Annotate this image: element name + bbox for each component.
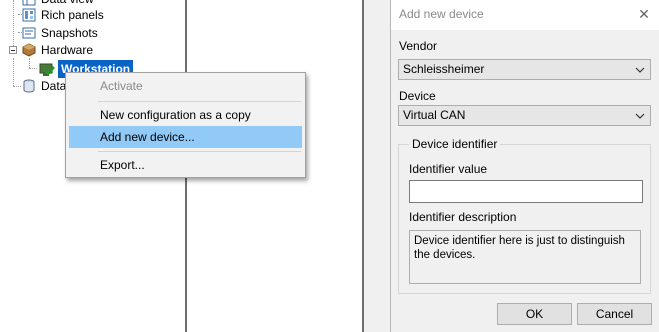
- identifier-description-label: Identifier description: [409, 210, 517, 224]
- chevron-down-icon: [634, 106, 646, 125]
- dialog-title: Add new device: [399, 7, 484, 21]
- hardware-icon: [22, 43, 36, 57]
- device-identifier-group: Device identifier Identifier value Ident…: [398, 137, 651, 294]
- tree-connector: [13, 86, 21, 87]
- menu-item-add-new-device[interactable]: Add new device...: [69, 126, 302, 148]
- cancel-button[interactable]: Cancel: [577, 303, 652, 325]
- identifier-value-text: [410, 181, 642, 187]
- menu-separator: [98, 151, 301, 152]
- workstation-check-icon: [39, 62, 55, 76]
- tree-item-hardware[interactable]: Hardware: [22, 41, 93, 59]
- tree-item-label: Snapshots: [41, 26, 98, 40]
- menu-item-activate[interactable]: Activate: [69, 75, 302, 97]
- snapshot-icon: [22, 26, 36, 40]
- collapse-toggle[interactable]: [9, 46, 17, 54]
- tree-item-label: Rich panels: [41, 8, 104, 22]
- menu-item-label: Export...: [100, 158, 145, 172]
- vendor-select[interactable]: Schleissheimer: [398, 59, 651, 80]
- menu-item-label: New configuration as a copy: [100, 108, 251, 122]
- database-icon: [22, 79, 36, 93]
- tree-connector: [13, 0, 14, 50]
- identifier-value-input[interactable]: [409, 180, 643, 203]
- context-menu: Activate New configuration as a copy Add…: [65, 72, 306, 178]
- pane-splitter[interactable]: [362, 0, 364, 332]
- ok-button[interactable]: OK: [497, 303, 572, 325]
- vendor-label: Vendor: [399, 39, 438, 53]
- device-select-value: Virtual CAN: [403, 108, 466, 122]
- chevron-down-icon: [634, 60, 646, 79]
- identifier-value-label: Identifier value: [409, 162, 488, 176]
- vendor-select-value: Schleissheimer: [403, 62, 485, 76]
- tree-item-rich-panels[interactable]: Rich panels: [22, 6, 104, 24]
- identifier-description-text: Device identifier here is just to distin…: [409, 230, 641, 284]
- dialog-titlebar[interactable]: Add new device ✕: [391, 0, 659, 30]
- menu-item-new-configuration-copy[interactable]: New configuration as a copy: [69, 104, 302, 126]
- device-label: Device: [399, 89, 436, 103]
- ok-button-label: OK: [525, 307, 544, 321]
- tree-item-label: Hardware: [41, 43, 94, 57]
- add-device-dialog: Add new device ✕ Vendor Schleissheimer D…: [390, 0, 659, 332]
- tree-item-data[interactable]: Data: [22, 77, 66, 95]
- cancel-button-label: Cancel: [595, 307, 634, 321]
- group-caption: Device identifier: [409, 137, 501, 151]
- close-icon[interactable]: ✕: [633, 3, 655, 25]
- tree-item-snapshots[interactable]: Snapshots: [22, 24, 98, 42]
- panel-icon: [22, 8, 36, 22]
- menu-item-label: Add new device...: [100, 130, 195, 144]
- tree-connector: [13, 58, 14, 86]
- tree-connector: [29, 68, 37, 69]
- menu-item-label: Activate: [100, 79, 143, 93]
- menu-separator: [98, 101, 301, 102]
- tree-item-label: Data: [41, 79, 67, 93]
- device-select[interactable]: Virtual CAN: [398, 105, 651, 126]
- menu-item-export[interactable]: Export...: [69, 154, 302, 176]
- tree-connector: [29, 58, 30, 68]
